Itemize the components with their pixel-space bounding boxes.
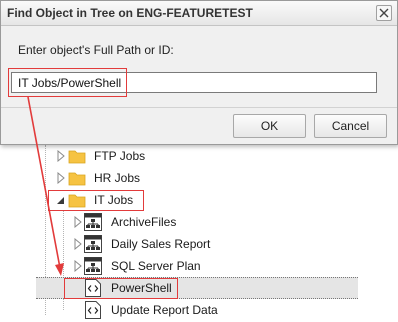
tree-item-label: ArchiveFiles bbox=[111, 215, 177, 229]
tree-item-sql-server-plan[interactable]: SQL Server Plan bbox=[0, 255, 398, 277]
ok-button[interactable]: OK bbox=[233, 114, 306, 138]
folder-icon bbox=[68, 169, 86, 187]
find-object-dialog: Find Object in Tree on ENG-FEATURETEST E… bbox=[0, 0, 398, 145]
folder-icon bbox=[68, 147, 86, 165]
tree-item-archivefiles[interactable]: ArchiveFiles bbox=[0, 211, 398, 233]
expand-arrow-icon[interactable] bbox=[56, 171, 66, 185]
plan-icon bbox=[84, 257, 102, 275]
tree-item-label: Daily Sales Report bbox=[111, 237, 211, 251]
script-icon bbox=[84, 279, 102, 297]
close-button[interactable] bbox=[376, 5, 392, 21]
expand-arrow-icon[interactable] bbox=[73, 259, 83, 273]
script-icon bbox=[84, 301, 102, 319]
expand-arrow-icon[interactable] bbox=[73, 215, 83, 229]
tree-item-label: SQL Server Plan bbox=[111, 259, 201, 273]
tree-item-it-jobs[interactable]: IT Jobs bbox=[0, 189, 398, 211]
tree-item-update-report-data[interactable]: Update Report Data bbox=[0, 299, 398, 321]
folder-icon bbox=[68, 191, 86, 209]
plan-icon bbox=[84, 213, 102, 231]
path-input[interactable] bbox=[11, 72, 377, 93]
tree-item-label: Update Report Data bbox=[111, 303, 218, 317]
dialog-titlebar[interactable]: Find Object in Tree on ENG-FEATURETEST bbox=[1, 1, 397, 26]
close-icon bbox=[379, 8, 389, 18]
plan-icon bbox=[84, 235, 102, 253]
dialog-title: Find Object in Tree on ENG-FEATURETEST bbox=[7, 6, 253, 20]
tree-item-ftp-jobs[interactable]: FTP Jobs bbox=[0, 145, 398, 167]
cancel-button[interactable]: Cancel bbox=[314, 114, 387, 138]
expand-arrow-icon[interactable] bbox=[56, 149, 66, 163]
tree-item-label: IT Jobs bbox=[94, 193, 134, 207]
dialog-divider bbox=[1, 107, 397, 108]
collapse-arrow-icon[interactable] bbox=[56, 194, 66, 206]
tree-item-hr-jobs[interactable]: HR Jobs bbox=[0, 167, 398, 189]
tree-item-label: FTP Jobs bbox=[94, 149, 146, 163]
tree-item-label: HR Jobs bbox=[94, 171, 141, 185]
expand-arrow-icon[interactable] bbox=[73, 237, 83, 251]
tree-item-powershell[interactable]: PowerShell bbox=[36, 277, 358, 299]
path-prompt-label: Enter object's Full Path or ID: bbox=[18, 43, 174, 57]
tree-item-daily-sales-report[interactable]: Daily Sales Report bbox=[0, 233, 398, 255]
tree-item-label: PowerShell bbox=[111, 281, 172, 295]
